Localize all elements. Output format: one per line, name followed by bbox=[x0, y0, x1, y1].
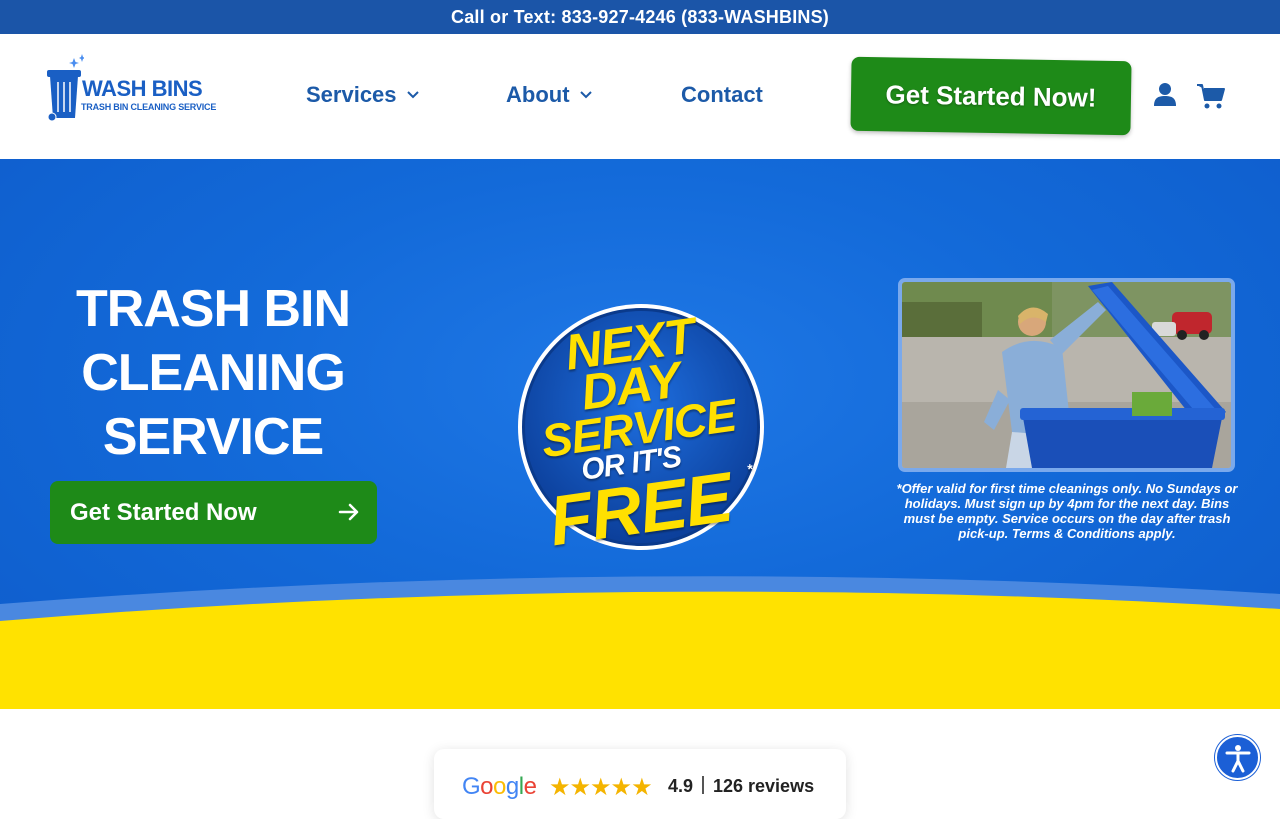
get-started-hero-label: Get Started Now bbox=[70, 498, 257, 526]
google-logo: Google bbox=[462, 773, 537, 800]
nav-contact-label: Contact bbox=[681, 82, 763, 107]
badge-text: NEXT DAY SERVICE OR IT'S FREE * bbox=[515, 301, 767, 560]
accessibility-icon bbox=[1225, 744, 1250, 772]
hero-title: TRASH BIN CLEANING SERVICE bbox=[40, 277, 386, 469]
top-contact-bar: Call or Text: 833-927-4246 (833-WASHBINS… bbox=[0, 0, 1280, 34]
cart-icon[interactable] bbox=[1196, 82, 1226, 110]
user-icon[interactable] bbox=[1152, 82, 1178, 108]
rating-separator bbox=[702, 776, 704, 794]
site-logo[interactable]: WASH BINS TRASH BIN CLEANING SERVICE bbox=[44, 54, 217, 124]
logo-tagline: TRASH BIN CLEANING SERVICE bbox=[81, 102, 217, 112]
arrow-right-icon bbox=[338, 503, 359, 521]
hero-title-line: CLEANING bbox=[81, 344, 346, 402]
google-reviews-widget[interactable]: Google ★★★★★ 4.9 126 reviews bbox=[434, 749, 846, 819]
accessibility-button[interactable] bbox=[1215, 735, 1260, 780]
logo-wordmark: WASH BINS bbox=[82, 76, 203, 101]
hero-photo bbox=[898, 278, 1235, 472]
badge-line: FREE bbox=[544, 457, 737, 561]
hero-section: TRASH BIN CLEANING SERVICE Get Started N… bbox=[0, 159, 1280, 709]
chevron-down-icon bbox=[406, 91, 419, 99]
nav-contact[interactable]: Contact bbox=[681, 82, 763, 108]
rating-value: 4.9 bbox=[668, 776, 694, 796]
get-started-hero-button[interactable]: Get Started Now bbox=[50, 481, 377, 544]
hero-title-line: SERVICE bbox=[102, 408, 324, 466]
site-header: WASH BINS TRASH BIN CLEANING SERVICE Ser… bbox=[0, 34, 1280, 159]
rating-stars: ★★★★★ bbox=[549, 774, 653, 801]
hero-title-line: TRASH BIN bbox=[75, 280, 351, 338]
nav-services[interactable]: Services bbox=[306, 82, 421, 108]
review-count: 126 reviews bbox=[713, 776, 815, 796]
nav-services-label: Services bbox=[306, 82, 397, 107]
nav-about[interactable]: About bbox=[506, 82, 594, 108]
chevron-down-icon bbox=[579, 91, 592, 99]
contact-phone-text[interactable]: Call or Text: 833-927-4246 (833-WASHBINS… bbox=[451, 7, 829, 28]
badge-asterisk: * bbox=[745, 460, 753, 478]
woman-with-blue-bin-image bbox=[902, 282, 1231, 468]
get-started-header-button[interactable]: Get Started Now! bbox=[850, 56, 1132, 136]
trash-bin-logo-icon bbox=[47, 54, 84, 122]
offer-disclaimer: *Offer valid for first time cleanings on… bbox=[896, 481, 1238, 541]
next-day-guarantee-badge: NEXT DAY SERVICE OR IT'S FREE * bbox=[515, 301, 767, 560]
nav-about-label: About bbox=[506, 82, 570, 107]
